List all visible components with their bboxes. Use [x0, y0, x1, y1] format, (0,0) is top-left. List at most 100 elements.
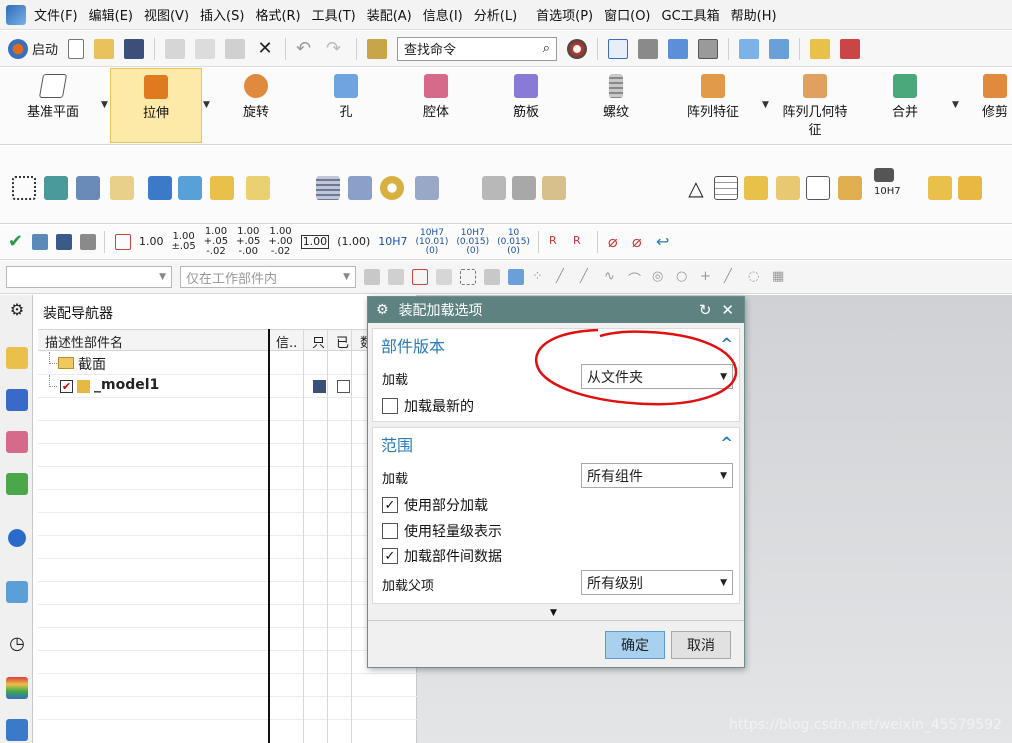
snap-face-icon[interactable]: ◌ — [748, 269, 764, 285]
dialog-title-bar[interactable]: ⚙ 装配加载选项 ↻ ✕ — [368, 297, 744, 323]
snap-point-icon[interactable] — [388, 269, 404, 285]
web-browser-icon[interactable] — [6, 581, 28, 603]
settings-icon[interactable]: ⚙ — [6, 299, 28, 321]
column-modified[interactable]: 已 — [336, 332, 349, 351]
dropdown-arrow-icon[interactable]: ▼ — [203, 100, 210, 110]
load-parent-select[interactable]: 所有级别 ▼ — [581, 570, 733, 595]
group-title[interactable]: 范围 — [381, 432, 413, 456]
layer-settings-icon[interactable] — [76, 176, 100, 200]
scope-load-select[interactable]: 所有组件 ▼ — [581, 463, 733, 488]
dim-style-4[interactable]: 1.00 +.05 -.00 — [236, 227, 260, 257]
paste-icon[interactable] — [225, 38, 246, 59]
triangle-icon[interactable]: △ — [684, 176, 708, 200]
redo-icon[interactable]: ↷ — [326, 38, 346, 59]
ribbon-trim[interactable]: 修剪 — [975, 68, 1012, 143]
edit-geometry-icon[interactable] — [148, 176, 172, 200]
selection-wheel-icon[interactable] — [567, 38, 588, 59]
column-divider[interactable] — [303, 329, 304, 743]
ribbon-extrude[interactable]: 拉伸 — [110, 68, 202, 143]
assembly-navigator-icon[interactable] — [6, 347, 28, 369]
load-latest-checkbox[interactable]: 加载最新的 — [382, 396, 474, 416]
cylinder-icon[interactable] — [316, 176, 340, 200]
ribbon-thread[interactable]: 螺纹 — [578, 68, 654, 143]
snap-link-icon[interactable] — [436, 269, 452, 285]
ribbon-datum-plane[interactable]: 基准平面 — [10, 68, 96, 143]
point-set-icon[interactable] — [12, 176, 36, 200]
snap-line-icon[interactable]: ╱ — [556, 269, 572, 285]
checkbox-checked-icon[interactable]: ✔ — [60, 380, 73, 393]
filter-gear-icon[interactable] — [364, 269, 380, 285]
dim-style-9[interactable]: 10H7 (10.01) (0) — [416, 228, 449, 256]
system-materials-icon[interactable] — [6, 677, 28, 699]
snap-tangent-icon[interactable]: ╱ — [724, 269, 740, 285]
lightweight-checkbox[interactable]: 使用轻量级表示 — [382, 521, 502, 541]
partial-load-checkbox[interactable]: ✓ 使用部分加载 — [382, 495, 488, 515]
diameter-alt-icon[interactable]: ⌀ — [632, 234, 648, 250]
clip-view-icon[interactable] — [769, 38, 790, 59]
render-style-icon[interactable] — [638, 38, 659, 59]
reuse-library-icon[interactable] — [6, 473, 28, 495]
dropdown-arrow-icon[interactable]: ▼ — [101, 100, 108, 110]
dropdown-arrow-icon[interactable]: ▼ — [952, 100, 959, 110]
undo-icon[interactable]: ↶ — [296, 38, 316, 59]
ok-button[interactable]: 确定 — [605, 631, 665, 659]
replace-face-icon[interactable] — [210, 176, 234, 200]
dim-style-5[interactable]: 1.00 +.00 -.02 — [268, 227, 292, 257]
menu-insert[interactable]: 插入(S) — [200, 5, 244, 24]
menu-info[interactable]: 信息(I) — [423, 5, 463, 24]
snap-box-icon[interactable] — [412, 269, 428, 285]
select-cube-icon[interactable] — [508, 269, 524, 285]
close-icon[interactable]: ✕ — [721, 301, 734, 319]
ribbon-unite[interactable]: 合并 — [870, 68, 940, 143]
check-icon[interactable]: ✔ — [8, 233, 24, 251]
dim-style-8[interactable]: 10H7 — [378, 236, 407, 247]
dim-style-3[interactable]: 1.00 +.05 -.02 — [204, 227, 228, 257]
new-file-icon[interactable] — [68, 38, 85, 59]
grid-icon[interactable] — [56, 234, 72, 250]
snap-mid-icon[interactable]: ╱ — [580, 269, 596, 285]
menu-format[interactable]: 格式(R) — [255, 5, 300, 24]
washer-icon[interactable] — [380, 176, 404, 200]
start-button[interactable]: 启动 — [8, 38, 58, 59]
column-part-name[interactable]: 描述性部件名 — [45, 332, 123, 351]
group-title[interactable]: 部件版本 — [381, 333, 445, 357]
cut-icon[interactable] — [165, 38, 186, 59]
blocks-icon[interactable] — [928, 176, 952, 200]
snap-curve-icon[interactable]: ∿ — [604, 269, 620, 285]
spring-icon[interactable] — [348, 176, 372, 200]
info-icon[interactable] — [6, 527, 28, 549]
folder-gear-icon[interactable] — [776, 176, 800, 200]
dropdown-arrow-icon[interactable]: ▼ — [762, 100, 769, 110]
section-view-icon[interactable] — [739, 38, 760, 59]
menu-assembly[interactable]: 装配(A) — [367, 5, 412, 24]
ribbon-pocket[interactable]: 腔体 — [398, 68, 474, 143]
feature-table-icon[interactable] — [32, 234, 48, 250]
tube-icon[interactable] — [512, 176, 536, 200]
save-icon[interactable] — [124, 38, 145, 59]
diameter-icon[interactable]: ⌀ — [608, 234, 624, 250]
type-filter-select[interactable]: ▼ — [6, 266, 172, 288]
cancel-button[interactable]: 取消 — [671, 631, 731, 659]
column-divider[interactable] — [268, 329, 270, 743]
dim-style-11[interactable]: 10 (0.015) (0) — [497, 228, 530, 256]
select-box-icon[interactable] — [460, 269, 476, 285]
tag-icon[interactable] — [110, 176, 134, 200]
snap-grid-icon[interactable]: ▦ — [772, 269, 788, 285]
scope-filter-select[interactable]: 仅在工作部件内 ▼ — [180, 266, 356, 288]
menu-file[interactable]: 文件(F) — [34, 5, 78, 24]
menu-tools[interactable]: 工具(T) — [312, 5, 356, 24]
move-face-icon[interactable] — [178, 176, 202, 200]
command-finder-icon[interactable] — [367, 38, 388, 59]
constraint-navigator-icon[interactable] — [6, 389, 28, 411]
fit-view-icon[interactable] — [608, 38, 629, 59]
shaded-cube-icon[interactable] — [668, 38, 689, 59]
delete-icon[interactable]: ✕ — [255, 38, 275, 59]
column-divider[interactable] — [351, 329, 352, 743]
snap-point-plus-icon[interactable]: + — [700, 269, 716, 285]
collapse-icon[interactable]: ^ — [720, 434, 733, 452]
part-navigator-icon[interactable] — [6, 431, 28, 453]
column-info[interactable]: 信.. — [276, 332, 297, 351]
copy-icon[interactable] — [195, 38, 216, 59]
dimension-arrow-icon[interactable] — [838, 176, 862, 200]
ribbon-revolve[interactable]: 旋转 — [218, 68, 294, 143]
